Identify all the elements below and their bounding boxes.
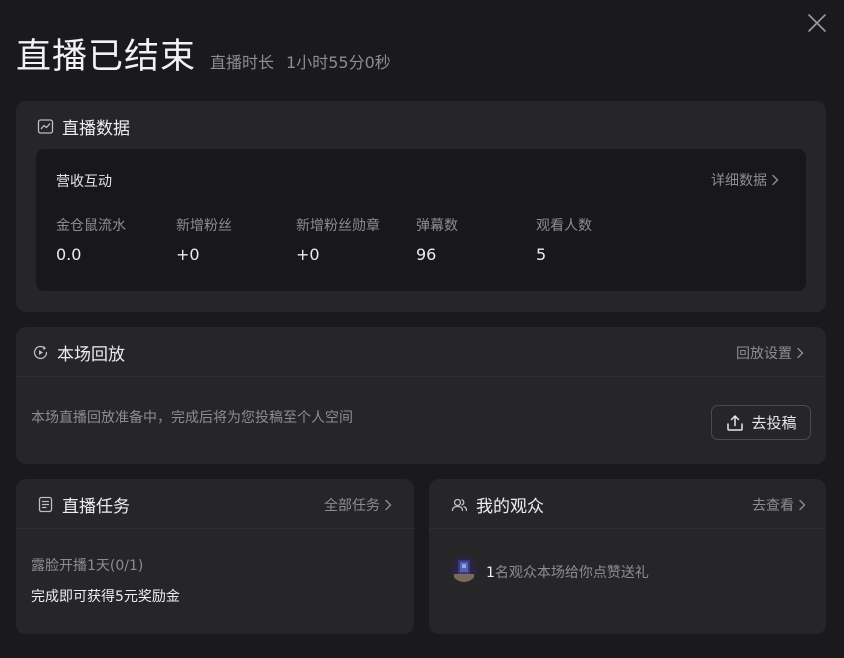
chevron-right-icon [799, 499, 806, 511]
revenue-section-title: 营收互动 [56, 174, 112, 190]
stat-new-fan-medals: 新增粉丝勋章 +0 [296, 215, 416, 264]
upload-button[interactable]: 去投稿 [711, 405, 811, 440]
live-data-card: 直播数据 营收互动 详细数据 金仓鼠流水 0.0 新增粉丝 +0 新增粉丝勋章 … [16, 101, 826, 312]
revenue-panel: 营收互动 详细数据 金仓鼠流水 0.0 新增粉丝 +0 新增粉丝勋章 +0 弹幕… [36, 149, 806, 291]
tasks-title: 直播任务 [37, 492, 130, 517]
divider [16, 376, 826, 377]
stat-value: +0 [296, 245, 320, 264]
task-name: 露脸开播1天(0/1) [31, 558, 144, 574]
avatar[interactable] [451, 556, 477, 582]
view-audience-link[interactable]: 去查看 [752, 495, 806, 515]
view-audience-link-text: 去查看 [752, 498, 794, 514]
stat-revenue: 金仓鼠流水 0.0 [56, 215, 176, 264]
replay-description: 本场直播回放准备中，完成后将为您投稿至个人空间 [31, 410, 353, 426]
stat-value: 0.0 [56, 245, 82, 264]
divider [16, 528, 414, 529]
chevron-right-icon [797, 347, 804, 359]
stat-label: 弹幕数 [416, 218, 458, 234]
live-data-title: 直播数据 [37, 114, 130, 139]
chevron-right-icon [385, 499, 392, 511]
stat-new-fans: 新增粉丝 +0 [176, 215, 296, 264]
stat-label: 新增粉丝 [176, 218, 232, 234]
page-header: 直播已结束 直播时长 1小时55分0秒 [16, 28, 391, 77]
page-title: 直播已结束 [16, 37, 197, 77]
close-button[interactable] [806, 12, 828, 34]
replay-card: 本场回放 回放设置 本场直播回放准备中，完成后将为您投稿至个人空间 去投稿 [16, 327, 826, 464]
stat-viewers: 观看人数 5 [536, 215, 656, 264]
detail-data-link[interactable]: 详细数据 [711, 170, 779, 190]
stat-label: 新增粉丝勋章 [296, 218, 380, 234]
replay-settings-link[interactable]: 回放设置 [736, 343, 804, 363]
play-circle-icon [33, 345, 48, 360]
chevron-right-icon [772, 174, 779, 186]
audience-count: 1 [486, 565, 495, 581]
audience-summary: 1名观众本场给你点赞送礼 [486, 562, 649, 582]
detail-data-link-text: 详细数据 [711, 173, 767, 189]
duration-value: 1小时55分0秒 [286, 53, 391, 72]
all-tasks-link-text: 全部任务 [324, 498, 380, 514]
upload-button-label: 去投稿 [751, 414, 797, 432]
divider [429, 528, 826, 529]
replay-title: 本场回放 [32, 340, 125, 365]
tasks-card: 直播任务 全部任务 露脸开播1天(0/1) 完成即可获得5元奖励金 [16, 479, 414, 634]
tasks-title-text: 直播任务 [62, 497, 130, 517]
audience-card: 我的观众 去查看 1名观众本场给你点赞送礼 [429, 479, 826, 634]
replay-title-text: 本场回放 [57, 345, 125, 365]
audience-title-text: 我的观众 [476, 497, 544, 517]
stat-label: 金仓鼠流水 [56, 218, 126, 234]
audience-title: 我的观众 [451, 492, 544, 517]
replay-settings-link-text: 回放设置 [736, 346, 792, 362]
stat-value: +0 [176, 245, 200, 264]
stat-value: 96 [416, 245, 437, 264]
duration-label: 直播时长 [210, 53, 275, 72]
task-reward: 完成即可获得5元奖励金 [31, 589, 180, 605]
stat-value: 5 [536, 245, 547, 264]
all-tasks-link[interactable]: 全部任务 [324, 495, 392, 515]
close-icon [808, 14, 826, 32]
live-data-title-text: 直播数据 [62, 119, 130, 139]
upload-icon [727, 414, 744, 431]
audience-summary-text: 名观众本场给你点赞送礼 [494, 565, 649, 581]
stat-danmaku: 弹幕数 96 [416, 215, 536, 264]
users-icon [451, 498, 468, 512]
stat-label: 观看人数 [536, 218, 592, 234]
document-icon [38, 496, 53, 513]
line-chart-icon [37, 119, 54, 134]
